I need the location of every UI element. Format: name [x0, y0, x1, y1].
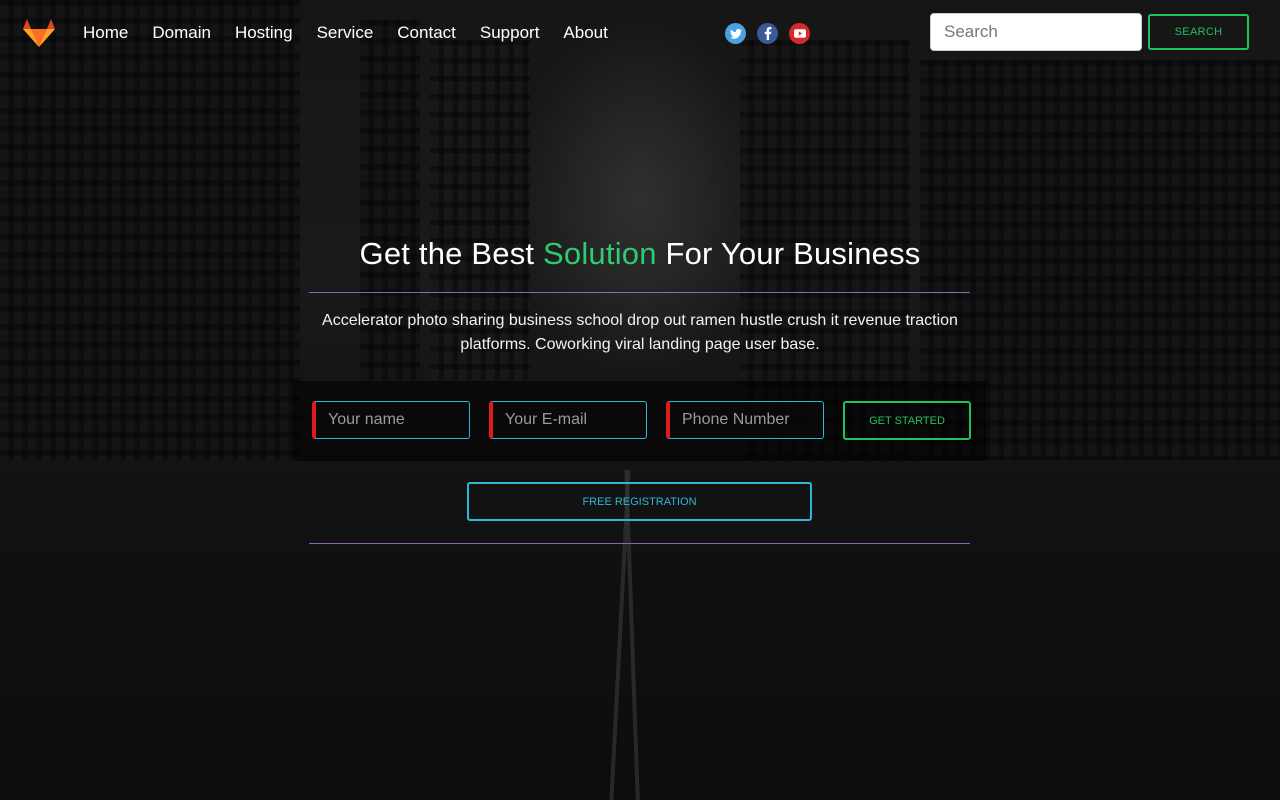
nav-item-home[interactable]: Home [83, 22, 128, 44]
hero-title-accent: Solution [543, 236, 657, 271]
hero-title: Get the Best Solution For Your Business [0, 236, 1280, 272]
gitlab-logo-icon[interactable] [22, 18, 56, 48]
hero-title-pre: Get the Best [359, 236, 544, 271]
social-links [725, 23, 821, 44]
name-field[interactable] [312, 401, 470, 439]
nav-item-domain[interactable]: Domain [152, 22, 211, 44]
get-started-button[interactable]: GET STARTED [843, 401, 971, 440]
youtube-icon[interactable] [789, 23, 810, 44]
nav-item-service[interactable]: Service [317, 22, 374, 44]
twitter-icon[interactable] [725, 23, 746, 44]
main-nav: Home Domain Hosting Service Contact Supp… [83, 22, 632, 44]
search-input[interactable] [930, 13, 1142, 51]
free-registration-button[interactable]: FREE REGISTRATION [467, 482, 812, 521]
hero-section: Get the Best Solution For Your Business … [0, 0, 1280, 800]
hero-description: Accelerator photo sharing business schoo… [322, 312, 958, 353]
nav-item-contact[interactable]: Contact [397, 22, 456, 44]
top-divider [309, 292, 970, 293]
phone-field[interactable] [666, 401, 824, 439]
nav-item-hosting[interactable]: Hosting [235, 22, 293, 44]
nav-item-about[interactable]: About [563, 22, 607, 44]
facebook-icon[interactable] [757, 23, 778, 44]
top-navbar: Home Domain Hosting Service Contact Supp… [0, 0, 1280, 66]
email-field[interactable] [489, 401, 647, 439]
search-button[interactable]: SEARCH [1148, 14, 1249, 50]
nav-item-support[interactable]: Support [480, 22, 540, 44]
hero-title-post: For Your Business [656, 236, 921, 271]
bottom-divider [309, 543, 970, 544]
